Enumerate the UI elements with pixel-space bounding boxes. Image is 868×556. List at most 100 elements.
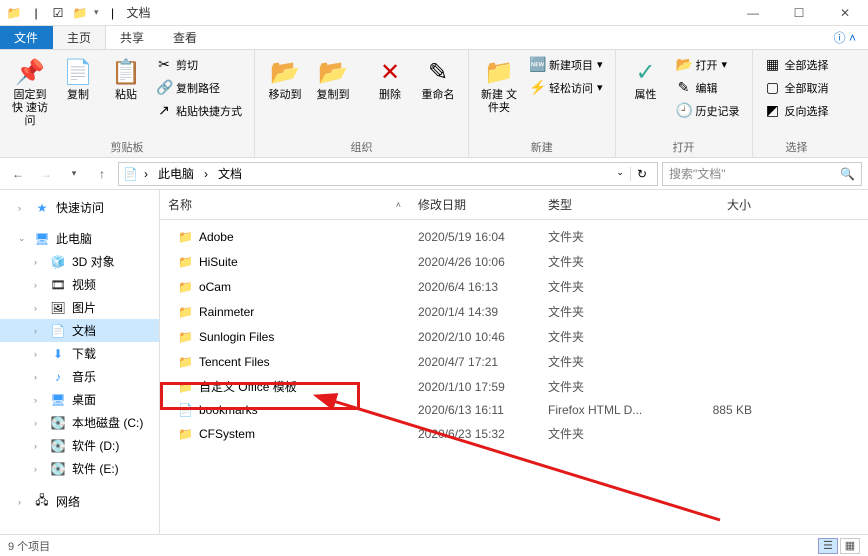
file-name: 自定义 Office 模板 bbox=[199, 378, 297, 395]
address-history-dropdown[interactable]: ⌄ bbox=[610, 167, 630, 181]
table-row[interactable]: 📁Tencent Files2020/4/7 17:21文件夹 bbox=[160, 349, 868, 374]
copy-path-button[interactable]: 🔗复制路径 bbox=[152, 77, 246, 98]
nav-up-button[interactable]: ↑ bbox=[90, 162, 114, 186]
breadcrumb-chevron[interactable]: › bbox=[140, 167, 152, 181]
view-details-button[interactable]: ☰ bbox=[818, 538, 838, 554]
close-button[interactable]: ✕ bbox=[822, 0, 868, 26]
nav-desktop[interactable]: ›🖥桌面 bbox=[0, 388, 159, 411]
new-folder-button[interactable]: 📁新建 文件夹 bbox=[477, 54, 521, 119]
nav-recent-dropdown[interactable]: ▾ bbox=[62, 162, 86, 186]
properties-button[interactable]: ✓属性 bbox=[624, 54, 668, 106]
nav-forward-button[interactable]: → bbox=[34, 162, 58, 186]
rename-icon: ✎ bbox=[428, 58, 448, 87]
table-row[interactable]: 📁CFSystem2020/6/23 15:32文件夹 bbox=[160, 421, 868, 446]
search-input[interactable]: 搜索"文档" 🔍 bbox=[662, 162, 862, 186]
nav-quick-access[interactable]: ›★快速访问 bbox=[0, 196, 159, 219]
column-header-size[interactable]: 大小 bbox=[670, 190, 760, 219]
file-size bbox=[670, 310, 760, 314]
nav-back-button[interactable]: ← bbox=[6, 162, 30, 186]
nav-documents[interactable]: ›📄文档 bbox=[0, 319, 159, 342]
qat-check-icon[interactable]: ☑ bbox=[50, 5, 66, 21]
refresh-button[interactable]: ↻ bbox=[630, 167, 653, 181]
edit-button[interactable]: ✎编辑 bbox=[672, 77, 744, 98]
cut-button[interactable]: ✂剪切 bbox=[152, 54, 246, 75]
move-to-button[interactable]: 📂移动到 bbox=[263, 54, 307, 106]
paste-button[interactable]: 📋 粘贴 bbox=[104, 54, 148, 106]
history-button[interactable]: 🕘历史记录 bbox=[672, 100, 744, 121]
table-row[interactable]: 📁自定义 Office 模板2020/1/10 17:59文件夹 bbox=[160, 374, 868, 399]
column-header-type[interactable]: 类型 bbox=[540, 190, 670, 219]
group-label-select: 选择 bbox=[761, 137, 833, 155]
chevron-down-icon: ▾ bbox=[597, 58, 603, 71]
titlebar: 📁 | ☑ 📁 ▾ | 文档 — ☐ ✕ bbox=[0, 0, 868, 26]
breadcrumb-documents[interactable]: 文档 bbox=[214, 165, 246, 182]
minimize-button[interactable]: — bbox=[730, 0, 776, 26]
tab-home[interactable]: 主页 bbox=[53, 26, 106, 49]
easy-access-button[interactable]: ⚡轻松访问 ▾ bbox=[525, 77, 607, 98]
group-label-organize: 组织 bbox=[263, 137, 460, 155]
nav-videos[interactable]: ›🎞视频 bbox=[0, 273, 159, 296]
table-row[interactable]: 📁Rainmeter2020/1/4 14:39文件夹 bbox=[160, 299, 868, 324]
ribbon-group-new: 📁新建 文件夹 🆕新建项目 ▾ ⚡轻松访问 ▾ 新建 bbox=[469, 50, 616, 157]
table-row[interactable]: 📁Adobe2020/5/19 16:04文件夹 bbox=[160, 224, 868, 249]
nav-downloads[interactable]: ›⬇下载 bbox=[0, 342, 159, 365]
pin-to-quick-access-button[interactable]: 📌 固定到快 速访问 bbox=[8, 54, 52, 132]
status-item-count: 9 个项目 bbox=[8, 538, 50, 554]
nav-music[interactable]: ›♪音乐 bbox=[0, 365, 159, 388]
tab-file[interactable]: 文件 bbox=[0, 26, 53, 49]
column-header-name[interactable]: 名称˄ bbox=[160, 190, 410, 219]
file-date: 2020/2/10 10:46 bbox=[410, 328, 540, 346]
nav-disk-e[interactable]: ›💽软件 (E:) bbox=[0, 457, 159, 480]
ribbon-collapse-icon[interactable]: ⓘ ˄ bbox=[822, 26, 868, 49]
qat-folder-icon[interactable]: 📁 bbox=[72, 5, 88, 21]
file-type: 文件夹 bbox=[540, 423, 670, 444]
rename-button[interactable]: ✎重命名 bbox=[416, 54, 460, 106]
navigation-pane: ›★快速访问 ⌄🖥此电脑 ›🧊3D 对象 ›🎞视频 ›🖼图片 ›📄文档 ›⬇下载… bbox=[0, 190, 160, 534]
tab-share[interactable]: 共享 bbox=[106, 26, 159, 49]
paste-icon: 📋 bbox=[111, 58, 141, 87]
nav-pictures[interactable]: ›🖼图片 bbox=[0, 296, 159, 319]
column-header-date[interactable]: 修改日期 bbox=[410, 190, 540, 219]
delete-button[interactable]: ✕删除 bbox=[368, 54, 412, 106]
file-size bbox=[670, 235, 760, 239]
select-none-button[interactable]: ▢全部取消 bbox=[761, 77, 833, 98]
copy-button[interactable]: 📄 复制 bbox=[56, 54, 100, 106]
breadcrumb[interactable]: 📄 › 此电脑 › 文档 ⌄ ↻ bbox=[118, 162, 658, 186]
file-size bbox=[670, 285, 760, 289]
nav-disk-d[interactable]: ›💽软件 (D:) bbox=[0, 434, 159, 457]
new-item-button[interactable]: 🆕新建项目 ▾ bbox=[525, 54, 607, 75]
view-icons-button[interactable]: ▦ bbox=[840, 538, 860, 554]
nav-this-pc[interactable]: ⌄🖥此电脑 bbox=[0, 227, 159, 250]
paste-shortcut-button[interactable]: ↗粘贴快捷方式 bbox=[152, 100, 246, 121]
nav-disk-c[interactable]: ›💽本地磁盘 (C:) bbox=[0, 411, 159, 434]
open-button[interactable]: 📂打开 ▾ bbox=[672, 54, 744, 75]
file-size: 885 KB bbox=[670, 401, 760, 419]
search-placeholder: 搜索"文档" bbox=[669, 165, 726, 182]
table-row[interactable]: 📁HiSuite2020/4/26 10:06文件夹 bbox=[160, 249, 868, 274]
breadcrumb-chevron[interactable]: › bbox=[200, 167, 212, 181]
cube-icon: 🧊 bbox=[50, 255, 66, 269]
nav-network[interactable]: ›🖧网络 bbox=[0, 488, 159, 515]
tab-view[interactable]: 查看 bbox=[159, 26, 212, 49]
breadcrumb-docs-icon: 📄 bbox=[123, 167, 138, 181]
download-icon: ⬇ bbox=[50, 347, 66, 361]
maximize-button[interactable]: ☐ bbox=[776, 0, 822, 26]
select-all-button[interactable]: ▦全部选择 bbox=[761, 54, 833, 75]
qat-dropdown-icon[interactable]: ▾ bbox=[94, 7, 99, 18]
file-size bbox=[670, 260, 760, 264]
breadcrumb-this-pc[interactable]: 此电脑 bbox=[154, 165, 198, 182]
invert-selection-button[interactable]: ◩反向选择 bbox=[761, 100, 833, 121]
file-size bbox=[670, 335, 760, 339]
file-size bbox=[670, 385, 760, 389]
folder-icon: 📁 bbox=[178, 330, 193, 344]
file-type: 文件夹 bbox=[540, 276, 670, 297]
edit-icon: ✎ bbox=[676, 79, 692, 96]
file-name: Tencent Files bbox=[199, 355, 270, 369]
table-row[interactable]: 📄bookmarks2020/6/13 16:11Firefox HTML D.… bbox=[160, 399, 868, 421]
copy-to-button[interactable]: 📂复制到 bbox=[311, 54, 355, 106]
pictures-icon: 🖼 bbox=[50, 301, 66, 315]
table-row[interactable]: 📁Sunlogin Files2020/2/10 10:46文件夹 bbox=[160, 324, 868, 349]
table-row[interactable]: 📁oCam2020/6/4 16:13文件夹 bbox=[160, 274, 868, 299]
nav-3d-objects[interactable]: ›🧊3D 对象 bbox=[0, 250, 159, 273]
ribbon-group-clipboard: 📌 固定到快 速访问 📄 复制 📋 粘贴 ✂剪切 🔗复制路径 ↗粘贴快捷方式 剪… bbox=[0, 50, 255, 157]
